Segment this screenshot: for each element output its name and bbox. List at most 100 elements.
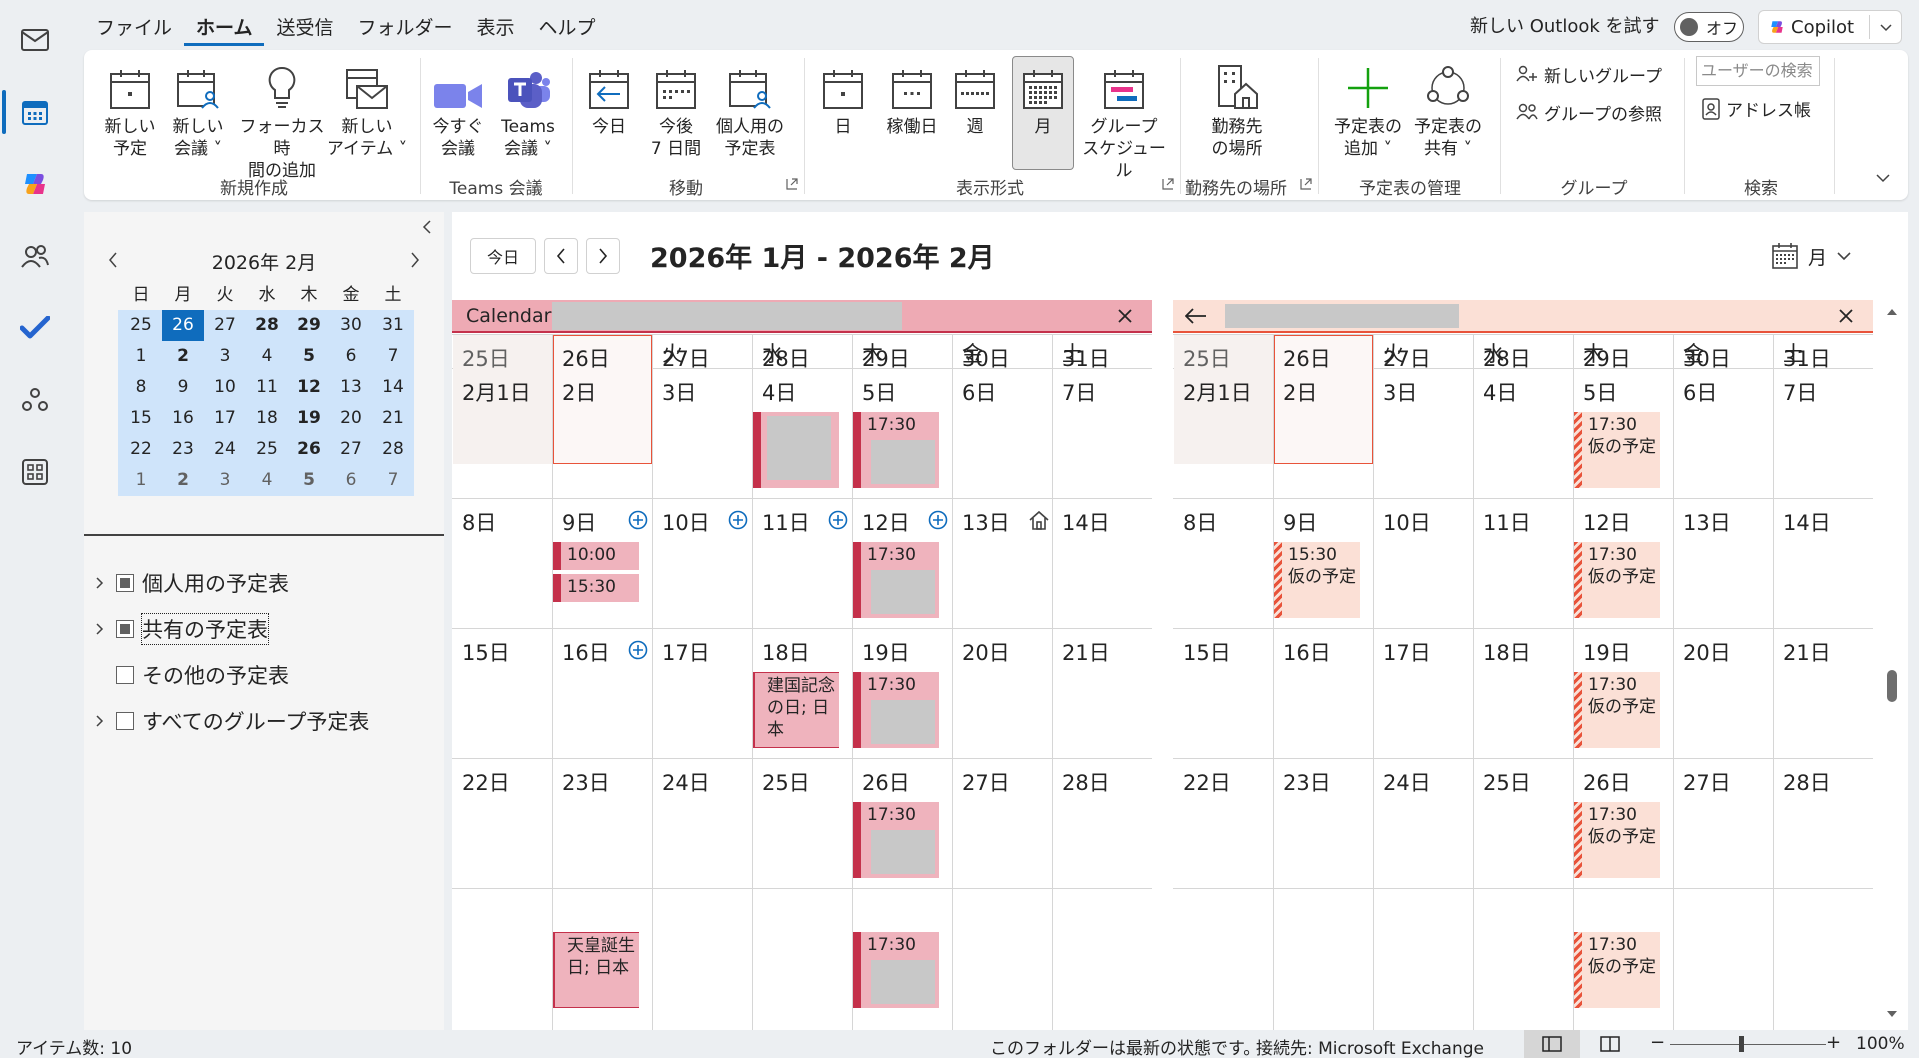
mini-day[interactable]: 14 bbox=[372, 372, 414, 403]
collapse-pane-icon[interactable] bbox=[422, 220, 432, 234]
expand-chevron-icon[interactable] bbox=[96, 623, 108, 635]
mini-day[interactable]: 18 bbox=[246, 403, 288, 434]
mini-day[interactable]: 7 bbox=[372, 341, 414, 372]
mini-day[interactable]: 28 bbox=[372, 434, 414, 465]
dialog-launcher-icon[interactable] bbox=[786, 178, 798, 190]
new-items-button[interactable]: 新しい アイテム ˅ bbox=[324, 58, 410, 160]
menu-folder[interactable]: フォルダー bbox=[345, 10, 464, 46]
mini-day[interactable]: 28 bbox=[246, 310, 288, 341]
mini-day[interactable]: 12 bbox=[288, 372, 330, 403]
mini-day[interactable]: 5 bbox=[288, 465, 330, 496]
add-calendar-button[interactable]: 予定表の 追加 ˅ bbox=[1330, 58, 1406, 160]
mail-icon[interactable] bbox=[13, 18, 57, 62]
normal-view-button[interactable] bbox=[1524, 1030, 1580, 1058]
add-event-icon[interactable] bbox=[728, 510, 748, 530]
mini-day[interactable]: 24 bbox=[204, 434, 246, 465]
chevron-right-icon[interactable] bbox=[410, 252, 420, 268]
mini-day[interactable]: 10 bbox=[204, 372, 246, 403]
ribbon-collapse-icon[interactable] bbox=[1876, 174, 1890, 183]
view-workweek-button[interactable]: 稼働日 bbox=[880, 58, 944, 138]
folder-checkbox[interactable] bbox=[116, 620, 134, 638]
add-event-icon[interactable] bbox=[628, 640, 648, 660]
calendar-folder[interactable]: 個人用の予定表 bbox=[96, 568, 289, 598]
mini-day[interactable]: 30 bbox=[330, 310, 372, 341]
add-event-icon[interactable] bbox=[628, 510, 648, 530]
apps-icon[interactable] bbox=[13, 450, 57, 494]
close-icon[interactable] bbox=[1118, 309, 1132, 323]
busy-event[interactable]: 17:30 bbox=[853, 672, 939, 748]
mini-day-today[interactable]: 26 bbox=[162, 310, 204, 341]
tentative-event[interactable]: 15:30 仮の予定 bbox=[1274, 542, 1360, 618]
calendar-folder[interactable]: 共有の予定表 bbox=[96, 613, 269, 645]
calendar-icon[interactable] bbox=[13, 90, 57, 134]
mini-day[interactable]: 25 bbox=[246, 434, 288, 465]
mini-day[interactable]: 4 bbox=[246, 465, 288, 496]
mini-day[interactable]: 8 bbox=[120, 372, 162, 403]
scroll-down-icon[interactable] bbox=[1886, 1010, 1898, 1018]
mini-day[interactable]: 1 bbox=[120, 465, 162, 496]
busy-event[interactable] bbox=[753, 412, 839, 488]
mini-day[interactable]: 27 bbox=[204, 310, 246, 341]
busy-event[interactable]: 17:30 bbox=[853, 802, 939, 878]
previous-button[interactable] bbox=[544, 238, 578, 274]
busy-event[interactable]: 17:30 bbox=[853, 542, 939, 618]
groups-icon[interactable] bbox=[13, 378, 57, 422]
tentative-event[interactable]: 17:30 仮の予定 bbox=[1574, 542, 1660, 618]
share-calendar-button[interactable]: 予定表の 共有 ˅ bbox=[1410, 58, 1486, 160]
copilot-button[interactable]: Copilot bbox=[1758, 10, 1902, 44]
busy-event[interactable]: 17:30 bbox=[853, 932, 939, 1008]
mini-day[interactable]: 6 bbox=[330, 341, 372, 372]
search-people-input[interactable]: ユーザーの検索 bbox=[1696, 56, 1820, 86]
tentative-event[interactable]: 17:30 仮の予定 bbox=[1574, 672, 1660, 748]
dialog-launcher-icon[interactable] bbox=[1162, 178, 1174, 190]
vertical-scrollbar[interactable] bbox=[1880, 300, 1904, 1030]
work-location-button[interactable]: 勤務先 の場所 bbox=[1200, 58, 1274, 160]
copilot-icon[interactable] bbox=[13, 162, 57, 206]
new-outlook-toggle[interactable]: オフ bbox=[1674, 12, 1744, 42]
tentative-event[interactable]: 17:30 仮の予定 bbox=[1574, 412, 1660, 488]
folder-checkbox[interactable] bbox=[116, 574, 134, 592]
menu-file[interactable]: ファイル bbox=[84, 10, 184, 46]
people-icon[interactable] bbox=[13, 234, 57, 278]
mini-day[interactable]: 5 bbox=[288, 341, 330, 372]
reading-view-icon[interactable] bbox=[1600, 1036, 1620, 1052]
zoom-slider-track[interactable] bbox=[1670, 1044, 1826, 1045]
close-icon[interactable] bbox=[1839, 309, 1853, 323]
view-switcher[interactable]: 月 bbox=[1772, 238, 1851, 274]
tentative-event[interactable]: 17:30 仮の予定 bbox=[1574, 802, 1660, 878]
mini-day[interactable]: 6 bbox=[330, 465, 372, 496]
mini-day[interactable]: 15 bbox=[120, 403, 162, 434]
personal-calendar-button[interactable]: 個人用の 予定表 bbox=[712, 58, 788, 160]
add-focus-time-button[interactable]: フォーカス時 間の追加 bbox=[232, 58, 332, 182]
tentative-event[interactable]: 17:30 仮の予定 bbox=[1574, 932, 1660, 1008]
goto-today-button[interactable]: 今日 bbox=[586, 58, 632, 138]
new-meeting-button[interactable]: 新しい 会議 ˅ bbox=[170, 58, 226, 160]
zoom-slider-thumb[interactable] bbox=[1739, 1036, 1744, 1052]
mini-day[interactable]: 13 bbox=[330, 372, 372, 403]
today-button[interactable]: 今日 bbox=[470, 238, 536, 274]
view-day-button[interactable]: 日 bbox=[820, 58, 866, 138]
arrow-left-icon[interactable] bbox=[1185, 308, 1207, 324]
todo-icon[interactable] bbox=[13, 306, 57, 350]
scroll-up-icon[interactable] bbox=[1886, 308, 1898, 316]
mini-day[interactable]: 29 bbox=[288, 310, 330, 341]
address-book-button[interactable]: アドレス帳 bbox=[1702, 96, 1811, 121]
chevron-down-icon[interactable] bbox=[1880, 24, 1892, 32]
new-appointment-button[interactable]: 新しい 予定 bbox=[104, 58, 156, 160]
holiday-event[interactable]: 建国記念の日; 日本 bbox=[753, 672, 839, 748]
view-month-button[interactable]: 月 bbox=[1018, 58, 1068, 138]
mini-day[interactable]: 21 bbox=[372, 403, 414, 434]
mini-day[interactable]: 3 bbox=[204, 465, 246, 496]
menu-home[interactable]: ホーム bbox=[184, 10, 265, 46]
mini-day[interactable]: 11 bbox=[246, 372, 288, 403]
chevron-left-icon[interactable] bbox=[108, 252, 118, 268]
mini-day[interactable]: 22 bbox=[120, 434, 162, 465]
mini-day[interactable]: 7 bbox=[372, 465, 414, 496]
expand-chevron-icon[interactable] bbox=[96, 715, 108, 727]
add-event-icon[interactable] bbox=[828, 510, 848, 530]
calendar-folder[interactable]: その他の予定表 bbox=[96, 660, 289, 690]
busy-event[interactable]: 10:00 bbox=[553, 542, 639, 570]
teams-meeting-button[interactable]: Teams 会議 ˅ bbox=[496, 58, 560, 160]
mini-day[interactable]: 19 bbox=[288, 403, 330, 434]
mini-day[interactable]: 2 bbox=[162, 465, 204, 496]
